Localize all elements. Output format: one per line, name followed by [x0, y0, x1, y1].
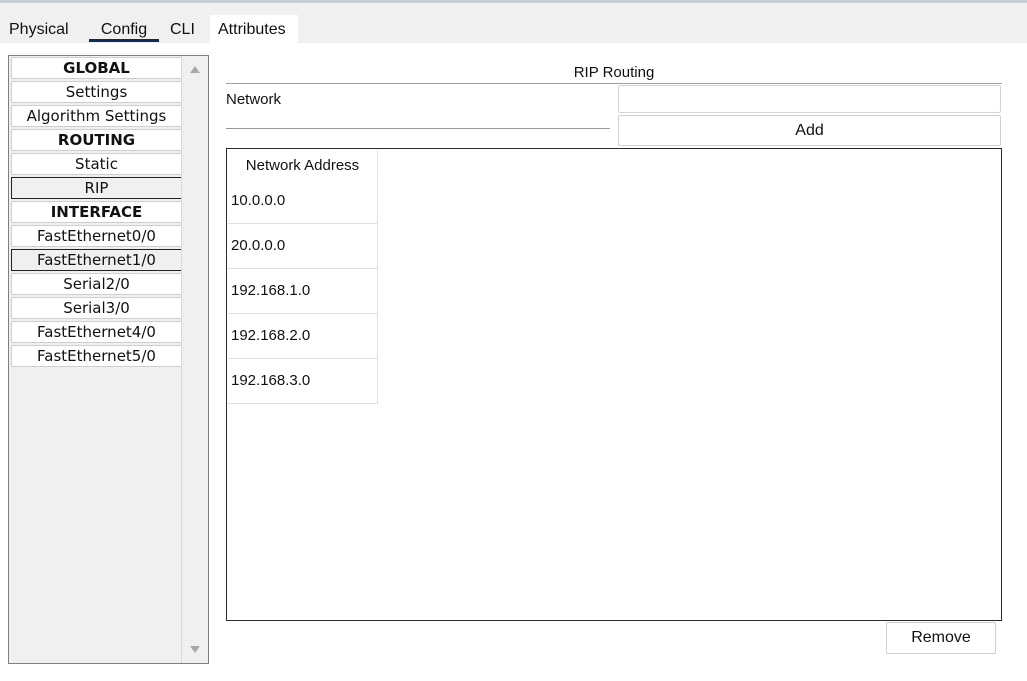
remove-button[interactable]: Remove: [886, 622, 996, 654]
config-sidebar: GLOBAL Settings Algorithm Settings ROUTI…: [8, 55, 209, 664]
network-row[interactable]: 192.168.2.0: [228, 314, 378, 359]
network-row[interactable]: 20.0.0.0: [228, 224, 378, 269]
tab-config[interactable]: Config: [89, 15, 159, 44]
sidebar-header-interface[interactable]: INTERFACE: [11, 201, 182, 223]
sidebar-item-algorithm-settings[interactable]: Algorithm Settings: [11, 105, 182, 127]
config-panel: GLOBAL Settings Algorithm Settings ROUTI…: [0, 43, 1027, 681]
tab-physical[interactable]: Physical: [0, 15, 81, 44]
scroll-down-icon[interactable]: [190, 646, 200, 653]
sidebar-item-fastethernet5-0[interactable]: FastEthernet5/0: [11, 345, 182, 367]
network-row[interactable]: 192.168.3.0: [228, 359, 378, 404]
title-divider: [226, 83, 1002, 84]
window-top-border: [0, 0, 1027, 3]
network-label: Network: [226, 91, 282, 108]
network-row[interactable]: 192.168.1.0: [228, 269, 378, 314]
sidebar-header-routing[interactable]: ROUTING: [11, 129, 182, 151]
sidebar-item-serial3-0[interactable]: Serial3/0: [11, 297, 182, 319]
sidebar-list: GLOBAL Settings Algorithm Settings ROUTI…: [11, 57, 182, 369]
sidebar-item-fastethernet4-0[interactable]: FastEthernet4/0: [11, 321, 182, 343]
network-rows: 10.0.0.0 20.0.0.0 192.168.1.0 192.168.2.…: [228, 179, 378, 404]
network-table: Network Address 10.0.0.0 20.0.0.0 192.16…: [226, 148, 1002, 621]
sidebar-item-serial2-0[interactable]: Serial2/0: [11, 273, 182, 295]
sidebar-item-rip[interactable]: RIP: [11, 177, 182, 199]
tab-cli[interactable]: CLI: [159, 15, 210, 44]
sidebar-scrollbar[interactable]: [181, 56, 208, 663]
sidebar-item-fastethernet1-0[interactable]: FastEthernet1/0: [11, 249, 182, 271]
add-button[interactable]: Add: [618, 115, 1001, 146]
tab-attributes[interactable]: Attributes: [210, 15, 298, 44]
sidebar-item-static[interactable]: Static: [11, 153, 182, 175]
sidebar-item-settings[interactable]: Settings: [11, 81, 182, 103]
scroll-up-icon[interactable]: [190, 66, 200, 73]
section-title: RIP Routing: [573, 64, 655, 81]
network-row[interactable]: 10.0.0.0: [228, 179, 378, 224]
tab-bar: Physical Config CLI Attributes: [0, 15, 298, 44]
sidebar-item-fastethernet0-0[interactable]: FastEthernet0/0: [11, 225, 182, 247]
network-divider: [226, 128, 610, 129]
network-input[interactable]: [618, 85, 1001, 113]
sidebar-header-global[interactable]: GLOBAL: [11, 57, 182, 79]
